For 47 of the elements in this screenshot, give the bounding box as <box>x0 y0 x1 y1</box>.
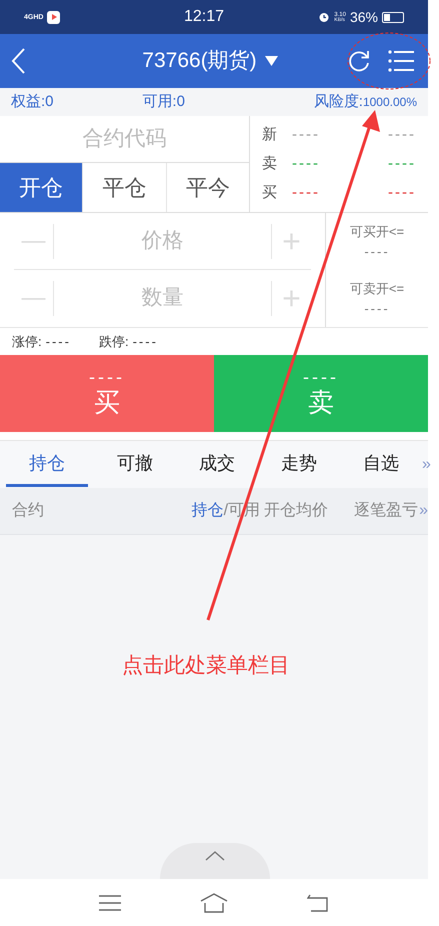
account-value: 1000.00% <box>362 94 417 111</box>
account-title[interactable]: 73766(期货) <box>142 45 257 77</box>
max-open-label: 可卖开<= <box>350 280 404 298</box>
status-time: 12:17 <box>182 7 226 27</box>
account-value: 0 <box>45 92 54 112</box>
limit-value: ---- <box>44 332 71 351</box>
chevron-up-icon <box>205 851 225 861</box>
alarm-icon <box>318 11 330 23</box>
account-label: 风险度: <box>314 92 363 112</box>
home-icon[interactable] <box>200 892 228 912</box>
battery-percent: 36% <box>350 8 378 26</box>
account-label: 可用: <box>142 92 177 112</box>
quote-value: ---- <box>292 154 321 174</box>
bottom-tab[interactable]: 成交 <box>176 442 258 486</box>
more-tabs-button[interactable]: » <box>422 452 433 476</box>
dropdown-icon[interactable] <box>264 56 278 66</box>
quote-label: 卖 <box>262 154 278 174</box>
column-header: 合约 <box>12 501 45 521</box>
limit-label: 涨停: <box>12 332 42 351</box>
bottom-tab[interactable]: 可撤 <box>94 442 176 486</box>
limit-label: 跌停: <box>98 332 129 351</box>
max-open-label: 可买开<= <box>350 223 404 241</box>
menu-icon[interactable] <box>99 894 122 910</box>
quote-value: ---- <box>388 124 416 145</box>
back-icon[interactable] <box>306 894 329 912</box>
bottom-tab[interactable]: 自选 <box>340 442 422 486</box>
order-type-tab[interactable]: 开仓 <box>0 163 82 212</box>
menu-icon[interactable] <box>388 49 414 73</box>
bottom-tab[interactable]: 走势 <box>258 442 340 486</box>
battery-icon <box>382 12 404 22</box>
account-value: 0 <box>176 92 185 112</box>
quote-label: 买 <box>262 182 278 203</box>
max-open-value: ---- <box>364 300 390 318</box>
refresh-icon[interactable] <box>346 48 372 74</box>
account-label: 权益: <box>11 92 46 112</box>
trade-buy-button[interactable]: ---- 买 <box>0 355 214 432</box>
quote-value: ---- <box>388 154 416 174</box>
column-header: 开仓均价 <box>264 501 330 521</box>
quote-label: 新 <box>262 124 278 145</box>
quote-value: ---- <box>292 182 321 203</box>
annotation-text: 点击此处菜单栏目 <box>122 653 290 679</box>
column-header: 逐笔盈亏 <box>353 501 418 521</box>
limit-value: ---- <box>132 332 158 351</box>
app-icon <box>47 10 60 24</box>
quote-value: ---- <box>292 124 321 145</box>
max-open-value: ---- <box>364 242 390 260</box>
quote-value: ---- <box>388 182 416 203</box>
